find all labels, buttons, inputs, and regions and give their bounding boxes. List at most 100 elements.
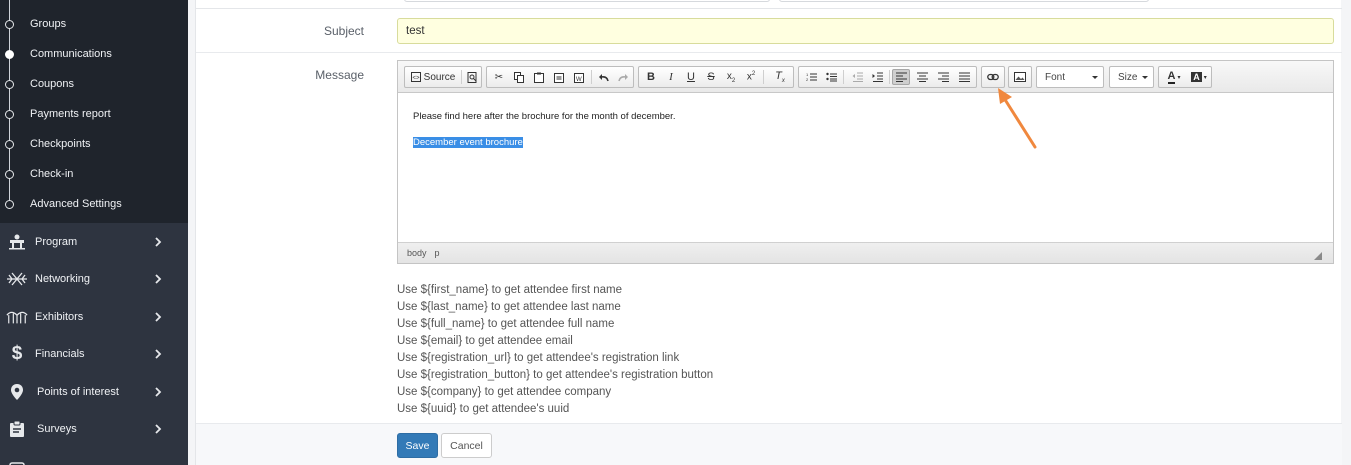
bullet-icon [5,49,14,59]
sidebar-subitem-checkpoints[interactable]: Checkpoints [0,129,188,159]
bullet-icon [5,139,14,149]
sidebar-item-points-of-interest[interactable]: Points of interest [0,373,188,410]
chevron-right-icon [151,310,165,324]
source-button[interactable]: <> Source [407,69,459,85]
font-dropdown-label: Font [1045,71,1066,83]
paste-icon [534,72,544,83]
message-label: Message [315,68,364,82]
justify-button[interactable] [955,69,973,85]
remove-format-button[interactable]: Tx [771,69,789,85]
sidebar-subitem-payments-report[interactable]: Payments report [0,99,188,129]
align-left-icon [895,72,907,82]
font-dropdown[interactable]: Font [1036,66,1104,88]
cut-button[interactable]: ✂ [490,69,508,85]
background-color-button[interactable]: A ▾ [1187,69,1211,85]
bulleted-list-icon [825,72,837,82]
hint-line: Use ${last_name} to get attendee last na… [397,301,621,313]
caret-down-icon [1092,76,1098,79]
preview-button[interactable] [463,69,481,85]
hint-line: Use ${uuid} to get attendee's uuid [397,403,570,415]
undo-icon [598,73,609,81]
paste-word-button[interactable]: W [570,69,588,85]
underline-button[interactable]: U [682,69,700,85]
subscript-icon: x2 [726,70,736,84]
sidebar-subitem-groups[interactable]: Groups [0,9,188,39]
align-left-button[interactable] [892,69,910,85]
sidebar-subitem-label: Groups [30,18,67,30]
sidebar-subitem-check-in[interactable]: Check-in [0,159,188,189]
editor-content-area[interactable]: Please find here after the brochure for … [398,94,1333,243]
numbered-list-button[interactable]: 12 [802,69,820,85]
justify-icon [958,72,970,82]
paste-word-icon: W [574,72,584,83]
image-icon [1014,72,1026,82]
bullet-icon [5,109,14,119]
bullet-icon [5,169,14,179]
indent-button[interactable] [868,69,886,85]
toolbar-group-document: <> Source [404,66,482,88]
paste-text-button[interactable] [550,69,568,85]
text-color-icon: A [1167,69,1176,84]
previous-row-edge [196,0,1342,9]
editor-toolbar: <> Source ✂ W B I U S x2 x2 Tx 1 2 Font … [398,61,1333,93]
align-right-button[interactable] [934,69,952,85]
sidebar-subitem-label: Advanced Settings [30,198,122,210]
cancel-button[interactable]: Cancel [441,433,492,458]
exhibitors-icon [6,306,28,328]
paste-button[interactable] [530,69,548,85]
selected-text[interactable]: December event brochure [413,137,523,148]
window-icon [6,456,28,465]
sidebar-item-exhibitors[interactable]: Exhibitors [0,298,188,335]
caret-down-icon: ▾ [1177,74,1181,81]
hint-line: Use ${registration_button} to get attend… [397,369,714,381]
sidebar-item-program[interactable]: Program [0,223,188,260]
sidebar-item-financials[interactable]: $ Financials [0,335,188,372]
sidebar-subitem-communications[interactable]: Communications [0,39,188,69]
resize-handle-icon[interactable] [1314,252,1322,260]
toolbar-group-colors: A ▾ A ▾ [1158,66,1212,88]
redo-icon [617,73,628,81]
sidebar-subitem-advanced-settings[interactable]: Advanced Settings [0,189,188,219]
sidebar-item-label: Points of interest [37,385,119,398]
outdent-button[interactable] [848,69,866,85]
networking-icon [6,268,28,290]
path-item-p[interactable]: p [435,248,440,258]
svg-text:W: W [576,77,582,83]
sidebar-item-surveys[interactable]: Surveys [0,410,188,447]
main-panel: Subject Message <> Source ✂ W [195,0,1342,465]
toolbar-separator [843,70,844,84]
sidebar-item-label: Program [35,235,78,248]
previous-field-edge [404,0,770,2]
background-color-icon: A [1191,72,1202,82]
sidebar-item-partial[interactable] [0,448,188,465]
chevron-right-icon [151,422,165,436]
italic-button[interactable]: I [662,69,680,85]
subject-input[interactable] [397,18,1334,44]
undo-button[interactable] [594,69,612,85]
strike-button[interactable]: S [702,69,720,85]
bulleted-list-button[interactable] [822,69,840,85]
map-pin-icon [6,381,28,403]
align-center-button[interactable] [913,69,931,85]
copy-button[interactable] [510,69,528,85]
link-button[interactable] [984,69,1002,85]
text-color-button[interactable]: A ▾ [1162,69,1186,85]
toolbar-separator [591,70,592,84]
save-button[interactable]: Save [397,433,438,458]
path-item-body[interactable]: body [407,248,427,258]
caret-down-icon: ▾ [1203,74,1207,81]
subscript-button[interactable]: x2 [722,69,740,85]
size-dropdown[interactable]: Size [1109,66,1154,88]
redo-button[interactable] [614,69,632,85]
bold-button[interactable]: B [642,69,660,85]
superscript-button[interactable]: x2 [742,69,760,85]
sidebar-subitem-coupons[interactable]: Coupons [0,69,188,99]
sidebar-item-networking[interactable]: Networking [0,260,188,297]
toolbar-group-basicstyles: B I U S x2 x2 Tx [638,66,794,88]
image-button[interactable] [1011,69,1029,85]
link-icon [987,73,999,81]
toolbar-separator [461,70,462,84]
sidebar-subitem-label: Payments report [30,108,111,120]
subject-row: Subject [196,10,1342,53]
hint-line: Use ${first_name} to get attendee first … [397,284,623,296]
